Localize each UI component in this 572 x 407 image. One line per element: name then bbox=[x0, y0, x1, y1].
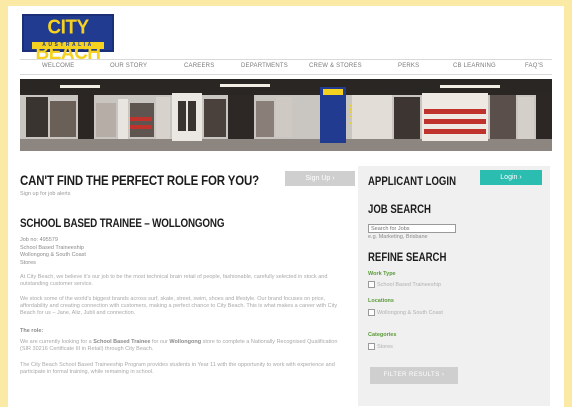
work-type-option[interactable]: School Based Traineeship bbox=[368, 281, 441, 288]
role-label: The role: bbox=[20, 328, 44, 334]
categories-label: Categories bbox=[368, 332, 397, 338]
job-ref: Job no: 495579 bbox=[20, 237, 58, 243]
checkbox[interactable] bbox=[368, 281, 375, 288]
job-search-input[interactable] bbox=[368, 224, 456, 233]
job-content: CAN'T FIND THE PERFECT ROLE FOR YOU? Sig… bbox=[20, 161, 355, 407]
category-option[interactable]: Stores bbox=[368, 343, 393, 350]
applicant-login-heading: APPLICANT LOGIN bbox=[368, 174, 456, 188]
page: CITY BEACH AUSTRALIA WELCOME OUR STORY C… bbox=[8, 6, 564, 407]
nav-item-careers[interactable]: CAREERS bbox=[184, 63, 214, 69]
intro-paragraph: At City Beach, we believe it's our job t… bbox=[20, 274, 328, 288]
main-nav: WELCOME OUR STORY CAREERS DEPARTMENTS CR… bbox=[20, 59, 552, 75]
nav-item-welcome[interactable]: WELCOME bbox=[42, 63, 74, 69]
job-type: School Based Traineeship bbox=[20, 244, 84, 251]
refine-search-heading: REFINE SEARCH bbox=[368, 250, 447, 264]
checkbox[interactable] bbox=[368, 309, 375, 316]
sign-up-button[interactable]: Sign Up › bbox=[285, 171, 355, 186]
store-interior-illustration: CITY bbox=[20, 79, 552, 151]
logo-subtitle: AUSTRALIA bbox=[32, 42, 104, 49]
nav-item-perks[interactable]: PERKS bbox=[398, 63, 419, 69]
job-department: Stores bbox=[20, 259, 36, 266]
locations-label: Locations bbox=[368, 298, 394, 304]
login-label: Login bbox=[500, 174, 518, 181]
category-option-label: Stores bbox=[377, 343, 393, 350]
sidebar: APPLICANT LOGIN Login › JOB SEARCH e.g. … bbox=[358, 166, 550, 406]
sign-up-label: Sign Up bbox=[305, 175, 331, 182]
hero-store-image: CITY bbox=[20, 79, 552, 151]
chevron-right-icon: › bbox=[441, 372, 445, 378]
search-hint: e.g. Marketing, Brisbane bbox=[368, 234, 428, 240]
work-type-option-label: School Based Traineeship bbox=[377, 281, 441, 288]
nav-item-cb-learning[interactable]: CB LEARNING bbox=[453, 63, 496, 69]
nav-item-our-story[interactable]: OUR STORY bbox=[110, 63, 147, 69]
chevron-right-icon: › bbox=[519, 174, 522, 181]
role-paragraph: We are currently looking for a School Ba… bbox=[20, 339, 340, 353]
role-text-mid: for our bbox=[150, 339, 170, 345]
role-location-bold: Wollongong bbox=[169, 339, 202, 345]
nav-item-faqs[interactable]: FAQ'S bbox=[525, 63, 543, 69]
program-paragraph: The City Beach School Based Traineeship … bbox=[20, 362, 335, 376]
job-location: Wollongong & South Coast bbox=[20, 252, 86, 258]
login-button[interactable]: Login › bbox=[480, 170, 542, 185]
sign-up-subtext[interactable]: Sign up for job alerts bbox=[20, 191, 70, 197]
location-option-label: Wollongong & South Coast bbox=[377, 309, 443, 316]
filter-results-button[interactable]: FILTER RESULTS › bbox=[370, 367, 458, 384]
checkbox[interactable] bbox=[368, 343, 375, 350]
role-title-bold: School Based Trainee bbox=[93, 339, 151, 345]
brands-paragraph: We stock some of the world's biggest bra… bbox=[20, 296, 338, 317]
work-type-label: Work Type bbox=[368, 271, 396, 277]
job-search-heading: JOB SEARCH bbox=[368, 202, 431, 216]
city-beach-logo[interactable]: CITY BEACH AUSTRALIA bbox=[22, 14, 114, 64]
cant-find-heading: CAN'T FIND THE PERFECT ROLE FOR YOU? bbox=[20, 172, 259, 188]
filter-results-label: FILTER RESULTS bbox=[383, 372, 440, 378]
job-title: SCHOOL BASED TRAINEE – WOLLONGONG bbox=[20, 216, 225, 230]
role-text-pre: We are currently looking for a bbox=[20, 339, 94, 345]
nav-item-departments[interactable]: DEPARTMENTS bbox=[241, 63, 288, 69]
location-option[interactable]: Wollongong & South Coast bbox=[368, 309, 443, 316]
chevron-right-icon: › bbox=[332, 175, 335, 182]
nav-item-crew-stores[interactable]: CREW & STORES bbox=[309, 63, 362, 69]
